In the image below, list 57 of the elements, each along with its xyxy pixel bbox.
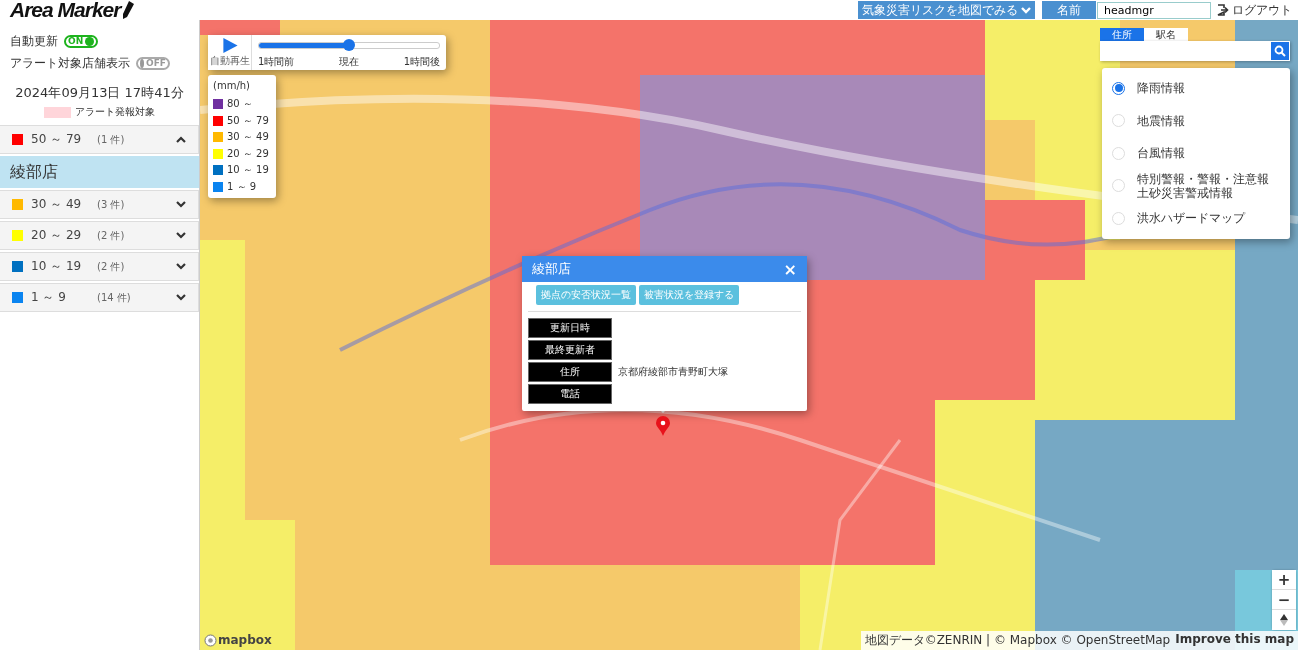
field-label: 更新日時	[528, 318, 612, 338]
pen-icon	[122, 1, 135, 19]
legend-label: 20 ～ 29	[227, 146, 269, 161]
toggle-label: 自動更新	[10, 32, 58, 50]
slider-label: 1時間前	[258, 55, 295, 69]
zoom-in-button[interactable]: +	[1272, 570, 1296, 590]
legend-label: 1 ～ 9	[227, 179, 257, 194]
legend-label: 50 ～ 79	[227, 113, 269, 128]
improve-map-link[interactable]: Improve this map	[1175, 632, 1294, 649]
alert-swatch	[44, 106, 71, 118]
layer-option[interactable]: 特別警報・警報・注意報 土砂災害警戒情報	[1102, 169, 1290, 202]
search-tab[interactable]: 駅名	[1144, 28, 1188, 41]
legend-label: 80 ～	[227, 97, 253, 112]
field-value: 京都府綾部市青野町大塚	[618, 365, 728, 379]
alert-legend-label: アラート発報対象	[75, 105, 155, 119]
search-button[interactable]	[1271, 42, 1289, 60]
zoom-out-button[interactable]: −	[1272, 590, 1296, 610]
search-field[interactable]	[1100, 41, 1290, 61]
popup-title: 綾部店	[532, 260, 571, 278]
app-logo: Area Marker	[10, 0, 121, 20]
legend-label: 10 ～ 19	[227, 163, 269, 178]
field-label: 電話	[528, 384, 612, 404]
map-pin-icon[interactable]	[656, 416, 670, 436]
search-tab[interactable]: 住所	[1100, 28, 1144, 41]
rain-group-header[interactable]: 20 ～ 29 (2 件)	[0, 221, 199, 250]
date-time: 2024年09月13日 17時41分	[14, 84, 185, 102]
rain-group-header[interactable]: 10 ～ 19 (2 件)	[0, 252, 199, 281]
store-item[interactable]: 綾部店	[0, 156, 199, 188]
mapbox-logo: mapbox	[218, 633, 272, 647]
rain-group-header[interactable]: 30 ～ 49 (3 件)	[0, 190, 199, 219]
slider-label: 1時間後	[403, 55, 440, 69]
rain-group-header[interactable]: 1 ～ 9 (14 件)	[0, 283, 199, 312]
logout-button[interactable]: ログアウト	[1217, 1, 1292, 19]
map-attribution: 地図データ©ZENRIN | © Mapbox © OpenStreetMap	[864, 632, 1171, 649]
time-slider[interactable]	[258, 42, 440, 49]
legend-unit: (mm/h)	[213, 80, 251, 91]
layer-option[interactable]: 台風情報	[1102, 137, 1290, 170]
layer-option[interactable]: 洪水ハザードマップ	[1102, 202, 1290, 235]
compass-icon	[1280, 614, 1288, 626]
compass-button[interactable]	[1272, 610, 1296, 630]
field-label: 最終更新者	[528, 340, 612, 360]
name-label: 名前	[1042, 1, 1096, 19]
rain-group-header[interactable]: 50 ～ 79 (1 件)	[0, 125, 199, 154]
slider-thumb[interactable]	[343, 39, 355, 51]
mapbox-logo-icon	[204, 633, 217, 647]
search-icon	[1274, 45, 1286, 57]
toggle-label: アラート対象店舗表示	[10, 54, 130, 72]
chevron-down-icon	[1021, 6, 1031, 14]
logout-icon	[1217, 4, 1229, 16]
autoplay-button[interactable]: 自動再生	[208, 35, 252, 70]
name-field[interactable]: headmgr	[1097, 1, 1211, 19]
layer-option[interactable]: 降雨情報	[1102, 72, 1290, 105]
layer-option[interactable]: 地震情報	[1102, 104, 1290, 137]
play-icon	[220, 37, 239, 54]
slider-label: 現在	[339, 55, 359, 69]
legend-label: 30 ～ 49	[227, 130, 269, 145]
field-label: 住所	[528, 362, 612, 382]
